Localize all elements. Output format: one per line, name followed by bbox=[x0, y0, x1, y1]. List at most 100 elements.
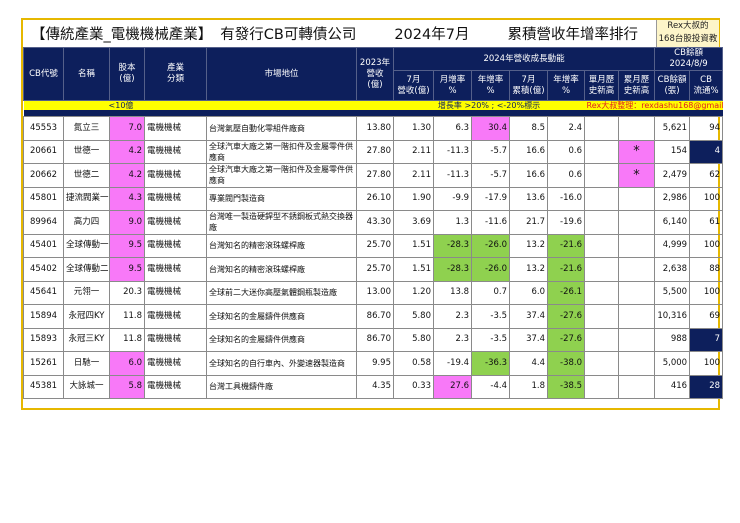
cell-cyoy: -19.6 bbox=[547, 210, 585, 235]
cell-code: 45401 bbox=[23, 233, 64, 258]
cell-name: 全球傳動二 bbox=[63, 257, 110, 282]
cell-bal: 5,500 bbox=[654, 280, 691, 305]
cell-yoy: 30.4 bbox=[471, 116, 510, 141]
rex-box: Rex大叔的 168台股投資教室 bbox=[656, 20, 719, 57]
cell-cyoy: 0.6 bbox=[547, 163, 585, 188]
cell-bal: 2,479 bbox=[654, 163, 691, 188]
cell-cap: 6.0 bbox=[109, 351, 145, 376]
cell-mh bbox=[584, 327, 619, 352]
cell-r23: 26.10 bbox=[356, 186, 394, 211]
cell-mh bbox=[584, 351, 619, 376]
title-ranking: 累積營收年增率排行 bbox=[507, 27, 638, 43]
cell-code: 20661 bbox=[23, 139, 64, 164]
cell-cap: 4.2 bbox=[109, 139, 145, 164]
cell-flt: 4 bbox=[689, 139, 724, 164]
cell-yoy: 0.7 bbox=[471, 280, 510, 305]
cell-name: 氮立三 bbox=[63, 116, 110, 141]
cell-yoy: -5.7 bbox=[471, 139, 510, 164]
cell-name: 世德二 bbox=[63, 163, 110, 188]
cell-jul: 2.11 bbox=[393, 163, 434, 188]
cell-flt: 94 bbox=[689, 116, 724, 141]
cell-bal: 2,986 bbox=[654, 186, 691, 211]
header-cum-yoy: 年增率 % bbox=[547, 70, 585, 101]
cell-mh bbox=[584, 210, 619, 235]
rex-box-line1: Rex大叔的 bbox=[667, 21, 709, 31]
cell-ind: 電機機械 bbox=[144, 351, 207, 376]
cell-mkt: 台灣工具機鑄件廠 bbox=[206, 374, 357, 399]
table-row: 15893 永冠三KY 11.8 電機機械 全球知名的金屬鑄件供應商 86.70 5.80 2… bbox=[23, 327, 724, 352]
cell-cyoy: -38.5 bbox=[547, 374, 585, 399]
cell-cum: 37.4 bbox=[509, 327, 548, 352]
cell-r23: 13.00 bbox=[356, 280, 394, 305]
cell-mh bbox=[584, 304, 619, 329]
cell-cum: 8.5 bbox=[509, 116, 548, 141]
cell-cyoy: 0.6 bbox=[547, 139, 585, 164]
cell-bal: 988 bbox=[654, 327, 691, 352]
cell-r23: 25.70 bbox=[356, 233, 394, 258]
cell-cum: 1.8 bbox=[509, 374, 548, 399]
cell-yoy: -4.4 bbox=[471, 374, 510, 399]
cell-ind: 電機機械 bbox=[144, 139, 207, 164]
header-cb-code: CB代號 bbox=[23, 47, 64, 101]
cell-code: 45553 bbox=[23, 116, 64, 141]
cell-mkt: 全球汽車大廠之第一階扣件及金屬零件供應商 bbox=[206, 163, 357, 188]
cell-mkt: 全球汽車大廠之第一階扣件及金屬零件供應商 bbox=[206, 139, 357, 164]
cell-cum: 16.6 bbox=[509, 139, 548, 164]
header-yoy: 年增率 % bbox=[471, 70, 510, 101]
cell-ind: 電機機械 bbox=[144, 163, 207, 188]
cell-cyoy: -21.6 bbox=[547, 257, 585, 282]
cell-name: 元翎一 bbox=[63, 280, 110, 305]
cell-cum: 37.4 bbox=[509, 304, 548, 329]
cell-yoy: -11.6 bbox=[471, 210, 510, 235]
cell-r23: 86.70 bbox=[356, 327, 394, 352]
cell-mh bbox=[584, 186, 619, 211]
cell-flt: 69 bbox=[689, 304, 724, 329]
cell-mh bbox=[584, 233, 619, 258]
cell-flt: 7 bbox=[689, 327, 724, 352]
legend-capital-note: <10億 bbox=[23, 100, 357, 110]
cell-code: 89964 bbox=[23, 210, 64, 235]
header-cum-high: 累月歷 史新高 bbox=[617, 70, 656, 101]
cell-mom: -11.3 bbox=[433, 163, 472, 188]
header-rev2023: 2023年 營收(億) bbox=[356, 47, 394, 101]
cell-r23: 86.70 bbox=[356, 304, 394, 329]
cell-ind: 電機機械 bbox=[144, 186, 207, 211]
cell-code: 45381 bbox=[23, 374, 64, 399]
table-row: 89964 高力四 9.0 電機機械 台灣唯一製造硬銲型不銹鋼板式熱交換器廠 43.30 3… bbox=[23, 210, 724, 235]
cell-cum: 16.6 bbox=[509, 163, 548, 188]
cell-name: 日馳一 bbox=[63, 351, 110, 376]
cell-r23: 43.30 bbox=[356, 210, 394, 235]
cell-name: 捷流閥業一 bbox=[63, 186, 110, 211]
cell-flt: 88 bbox=[689, 257, 724, 282]
cell-flt: 28 bbox=[689, 374, 724, 399]
cell-ch bbox=[617, 233, 656, 258]
cell-ind: 電機機械 bbox=[144, 257, 207, 282]
cell-cap: 11.8 bbox=[109, 327, 145, 352]
cell-ch bbox=[617, 257, 656, 282]
cell-mh bbox=[584, 139, 619, 164]
cell-ch bbox=[617, 304, 656, 329]
cell-mh bbox=[584, 280, 619, 305]
cell-name: 永冠四KY bbox=[63, 304, 110, 329]
cell-cyoy: -21.6 bbox=[547, 233, 585, 258]
cell-flt: 61 bbox=[689, 210, 724, 235]
cell-yoy: -17.9 bbox=[471, 186, 510, 211]
cell-cum: 4.4 bbox=[509, 351, 548, 376]
report-title: 【傳統產業_電機機械產業】 有發行CB可轉債公司 2024年7月 累積營收年增率… bbox=[23, 20, 656, 47]
cell-r23: 4.35 bbox=[356, 374, 394, 399]
cell-ch bbox=[617, 116, 656, 141]
cell-mkt: 專業閥門製造商 bbox=[206, 186, 357, 211]
header-industry: 產業 分類 bbox=[144, 47, 207, 101]
cell-jul: 1.20 bbox=[393, 280, 434, 305]
cell-cap: 20.3 bbox=[109, 280, 145, 305]
legend-row: <10億 增長率 >20% ; <-20%標示 Rex大叔整理：rexdashu… bbox=[23, 100, 723, 110]
cell-bal: 154 bbox=[654, 139, 691, 164]
header-capital: 股本 (億) bbox=[109, 47, 145, 101]
table-row: 45801 捷流閥業一 4.3 電機機械 專業閥門製造商 26.10 1.90 -9.9 -17… bbox=[23, 186, 724, 211]
cell-jul: 1.90 bbox=[393, 186, 434, 211]
cell-flt: 100 bbox=[689, 233, 724, 258]
header-cb-balance: CB餘額 (張) bbox=[654, 70, 691, 101]
cell-code: 15894 bbox=[23, 304, 64, 329]
cell-ch bbox=[617, 327, 656, 352]
cell-code: 20662 bbox=[23, 163, 64, 188]
